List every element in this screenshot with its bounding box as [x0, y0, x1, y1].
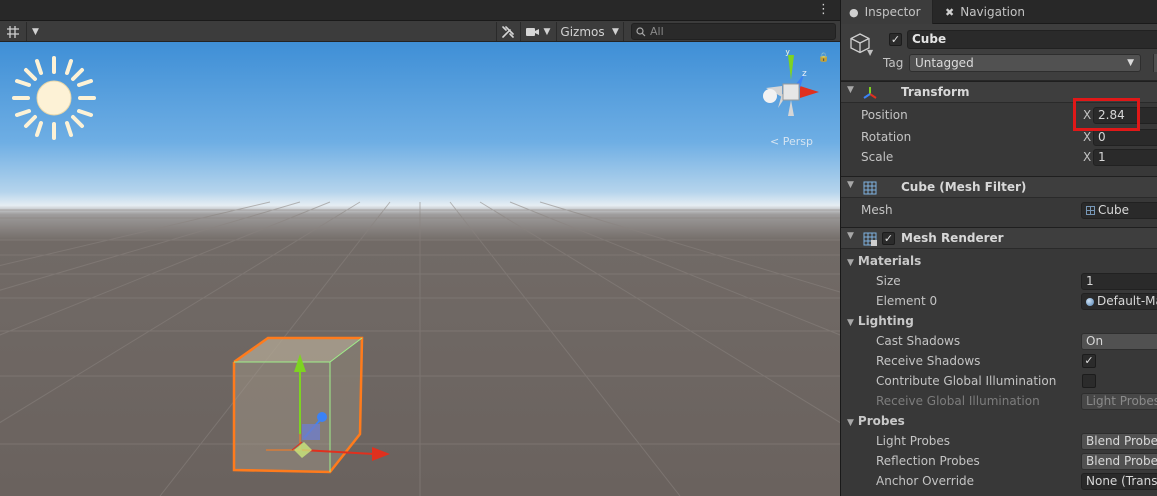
- tab-inspector-label: Inspector: [864, 5, 921, 19]
- receive-gi-label: Receive Global Illumination: [876, 394, 1040, 408]
- foldout-arrow-icon: ▼: [847, 258, 854, 268]
- rotation-x-label[interactable]: X: [1083, 130, 1091, 144]
- cast-shadows-label: Cast Shadows: [876, 334, 961, 348]
- axis-z-label: z: [802, 69, 807, 79]
- chevron-down-icon: ▼: [1127, 58, 1134, 68]
- inspector-tab-bar: ● Inspector ✖ Navigation: [841, 0, 1157, 24]
- receive-shadows-checkbox[interactable]: ✓: [1082, 354, 1096, 368]
- search-icon: [636, 26, 646, 36]
- mesh-renderer-title: Mesh Renderer: [901, 231, 1004, 245]
- gameobject-header: ▼ ✓ Cube Tag Untagged ▼: [841, 24, 1157, 81]
- receive-shadows-label: Receive Shadows: [876, 354, 981, 368]
- reflection-probes-label: Reflection Probes: [876, 454, 980, 468]
- contribute-gi-label: Contribute Global Illumination: [876, 374, 1057, 388]
- foldout-arrow-icon: ▼: [847, 318, 854, 328]
- mesh-filter-title: Cube (Mesh Filter): [901, 180, 1027, 194]
- ground-grid: [0, 201, 840, 496]
- foldout-arrow-icon[interactable]: ▼: [847, 180, 854, 190]
- chevron-down-icon: ▼: [543, 26, 551, 37]
- chevron-down-icon: ▼: [612, 26, 619, 37]
- inspector-panel: ● Inspector ✖ Navigation ▼ ✓ Cube Tag Un…: [840, 0, 1157, 496]
- foldout-arrow-icon[interactable]: ▼: [847, 85, 854, 95]
- scale-label[interactable]: Scale: [861, 150, 893, 164]
- rotation-x-field[interactable]: 0: [1093, 129, 1157, 146]
- projection-label[interactable]: < Persp: [770, 135, 813, 148]
- mesh-field[interactable]: Cube: [1081, 202, 1157, 219]
- foldout-arrow-icon[interactable]: ▼: [847, 231, 854, 241]
- selected-cube-object[interactable]: [226, 310, 406, 490]
- scene-toolbar: ▼ ▼ Gizmos ▼: [0, 21, 840, 42]
- scale-x-label[interactable]: X: [1083, 150, 1091, 164]
- lighting-section-label: Lighting: [857, 314, 914, 328]
- contribute-gi-checkbox[interactable]: [1082, 374, 1096, 388]
- tag-value: Untagged: [915, 56, 974, 70]
- materials-section-label: Materials: [857, 254, 922, 268]
- search-input[interactable]: [650, 25, 830, 38]
- transform-axes-icon: [863, 87, 877, 99]
- scene-title-strip: ⋮: [0, 0, 840, 21]
- lock-icon[interactable]: 🔒: [818, 53, 829, 63]
- gizmos-dropdown-button[interactable]: ▼: [608, 22, 624, 41]
- position-x-field[interactable]: 2.84: [1093, 107, 1157, 124]
- mesh-renderer-header[interactable]: ▼ ✓ Mesh Renderer: [841, 227, 1157, 249]
- tools-button[interactable]: [496, 22, 518, 41]
- mesh-filter-header[interactable]: ▼ Cube (Mesh Filter): [841, 176, 1157, 198]
- light-probes-dropdown[interactable]: Blend Probes: [1081, 433, 1157, 450]
- chevron-down-icon: ▼: [32, 26, 39, 37]
- light-probes-label: Light Probes: [876, 434, 951, 448]
- chevron-down-icon[interactable]: ▼: [867, 48, 873, 57]
- directional-light-sun-icon[interactable]: [10, 54, 98, 142]
- mesh-value: Cube: [1098, 203, 1129, 217]
- anchor-override-field[interactable]: None (Transf: [1081, 473, 1157, 490]
- transform-title: Transform: [901, 85, 970, 99]
- materials-foldout[interactable]: ▼ Materials: [847, 254, 921, 268]
- element0-label: Element 0: [876, 294, 938, 308]
- object-name-field[interactable]: Cube: [907, 30, 1157, 49]
- mesh-renderer-icon: [863, 232, 877, 246]
- size-field[interactable]: 1: [1081, 273, 1157, 290]
- reflection-probes-dropdown[interactable]: Blend Probes: [1081, 453, 1157, 470]
- camera-button[interactable]: ▼: [520, 22, 554, 41]
- tools-icon: [501, 25, 514, 38]
- scene-view: ⋮ ▼ ▼ Gizmos ▼ All y z 🔒 < Persp: [0, 0, 840, 496]
- grid-snap-button[interactable]: [2, 22, 24, 41]
- anchor-override-label: Anchor Override: [876, 474, 975, 488]
- cast-shadows-dropdown[interactable]: On: [1081, 333, 1157, 350]
- mesh-label: Mesh: [861, 203, 893, 217]
- material-sphere-icon: [1086, 298, 1094, 306]
- element0-field[interactable]: Default-Ma: [1081, 293, 1157, 310]
- tag-dropdown[interactable]: Untagged ▼: [909, 54, 1141, 72]
- mesh-renderer-enabled-checkbox[interactable]: ✓: [882, 232, 895, 245]
- mesh-filter-icon: [863, 181, 877, 195]
- probes-foldout[interactable]: ▼ Probes: [847, 414, 905, 428]
- tab-navigation-label: Navigation: [960, 5, 1025, 19]
- gizmos-button[interactable]: Gizmos: [556, 22, 608, 41]
- rotation-label[interactable]: Rotation: [861, 130, 911, 144]
- scene-search-box[interactable]: [631, 23, 836, 40]
- scene-viewport[interactable]: y z 🔒 < Persp: [0, 42, 840, 496]
- tab-inspector[interactable]: ● Inspector: [841, 0, 933, 24]
- position-x-label[interactable]: X: [1083, 108, 1091, 122]
- lighting-foldout[interactable]: ▼ Lighting: [847, 314, 914, 328]
- navigation-icon: ✖: [945, 5, 955, 19]
- active-checkbox[interactable]: ✓: [889, 33, 902, 46]
- transform-header[interactable]: ▼ Transform: [841, 81, 1157, 103]
- size-label: Size: [876, 274, 901, 288]
- element0-value: Default-Ma: [1097, 294, 1157, 308]
- mesh-icon: [1086, 206, 1095, 215]
- receive-gi-dropdown: Light Probes: [1081, 393, 1157, 410]
- layer-dropdown-edge[interactable]: [1153, 54, 1157, 72]
- axis-y-label: y: [785, 50, 791, 57]
- foldout-arrow-icon: ▼: [847, 418, 854, 428]
- tag-label: Tag: [883, 56, 904, 70]
- position-label[interactable]: Position: [861, 108, 908, 122]
- info-icon: ●: [849, 5, 859, 19]
- grid-icon: [7, 25, 19, 38]
- tab-navigation[interactable]: ✖ Navigation: [937, 0, 1037, 24]
- camera-icon: [525, 27, 539, 36]
- more-options-icon[interactable]: ⋮: [817, 2, 830, 18]
- grid-dropdown-button[interactable]: ▼: [26, 22, 44, 41]
- probes-section-label: Probes: [857, 414, 905, 428]
- scale-x-field[interactable]: 1: [1093, 149, 1157, 166]
